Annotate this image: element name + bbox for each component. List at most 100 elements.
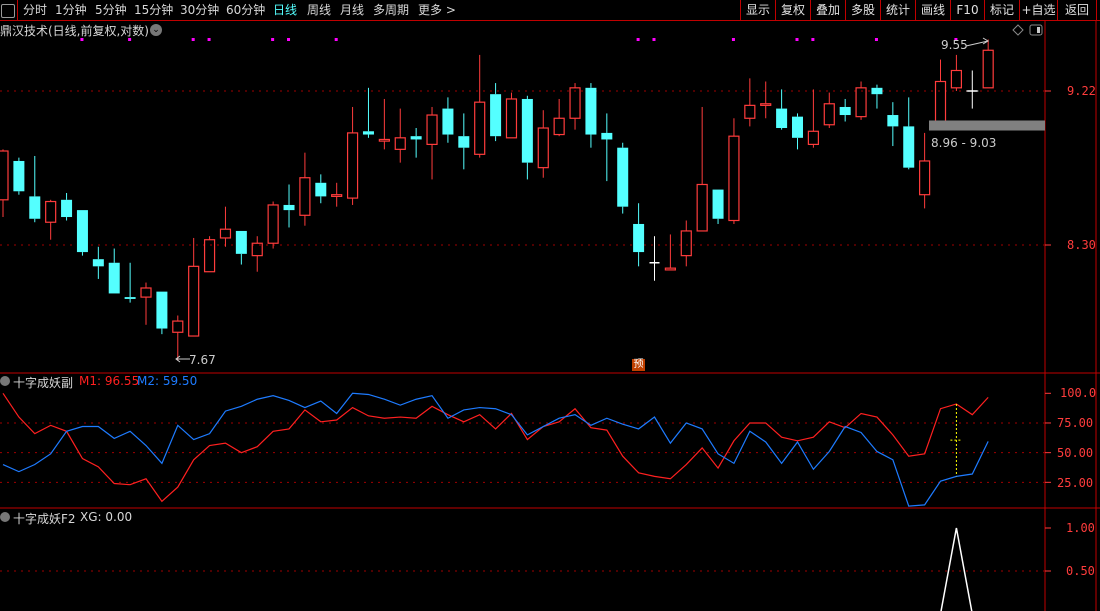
candle (267, 201, 279, 249)
candle-body (299, 177, 311, 216)
indicator1-name: 十字成妖副 (13, 376, 74, 390)
candle (124, 262, 136, 303)
candle-body (124, 297, 136, 299)
candle-body (76, 210, 88, 253)
low-arrow-icon (175, 355, 190, 363)
candle-body (680, 230, 692, 257)
indicator2-dropdown-icon[interactable] (0, 512, 10, 522)
candle (172, 315, 184, 361)
candle (633, 203, 645, 267)
candle (219, 206, 232, 247)
high-price-label: 9.55 (941, 38, 968, 52)
candle-body (807, 130, 819, 145)
indicator2-xg-value: XG: 0.00 (80, 510, 133, 524)
title-dropdown-icon[interactable]: ⌄ (150, 24, 162, 36)
signal-marker (731, 38, 735, 41)
candle (982, 39, 994, 89)
toolbar-divider (17, 0, 18, 20)
forecast-badge[interactable]: 预 (632, 359, 645, 371)
candle-body (140, 287, 152, 298)
candle-body (505, 98, 518, 139)
candle-body (760, 103, 772, 106)
indicator1-axis-label: 75.00 (1057, 416, 1094, 430)
panel-toggle-icon-bar (1037, 27, 1040, 33)
candle (807, 89, 819, 148)
period-tab-60min[interactable]: 60分钟 (226, 0, 265, 20)
candle-body (919, 160, 931, 196)
f10-button[interactable]: F10 (950, 0, 984, 20)
candle-body (553, 117, 565, 136)
overlay-button[interactable]: 叠加 (810, 0, 845, 20)
back-button[interactable]: 返回 (1057, 0, 1097, 20)
period-tab-15min[interactable]: 15分钟 (134, 0, 173, 20)
period-tab-more[interactable]: 更多 > (418, 0, 456, 20)
period-tab-5min[interactable]: 5分钟 (95, 0, 127, 20)
candle-body (982, 49, 994, 89)
candle-body (537, 127, 549, 169)
signal-marker (287, 38, 291, 41)
main-panel-title: 鼎汉技术(日线,前复权,对数) (0, 24, 149, 38)
range-band-label: 8.96 - 9.03 (931, 136, 997, 150)
mark-button[interactable]: 标记 (984, 0, 1019, 20)
indicator1-line-m2 (2, 392, 989, 507)
candle-body (61, 199, 73, 218)
candle (823, 92, 835, 129)
candle-body (585, 87, 597, 135)
indicator1-dropdown-icon[interactable] (0, 376, 10, 386)
panel-toggle-icon[interactable] (1029, 24, 1043, 36)
candle (919, 132, 931, 209)
candle (362, 87, 374, 138)
multi-stock-button[interactable]: 多股 (845, 0, 880, 20)
diamond-icon[interactable] (1012, 24, 1024, 36)
period-tab-fenshi[interactable]: 分时 (23, 0, 47, 20)
sidebar-toggle-icon[interactable] (1, 4, 15, 18)
candle-body (569, 87, 581, 119)
period-tab-weekly[interactable]: 周线 (307, 0, 331, 20)
chart-canvas[interactable] (0, 0, 1100, 611)
add-watchlist-button[interactable]: +自选 (1019, 0, 1057, 20)
candle-body (855, 87, 867, 118)
candle (839, 98, 851, 122)
candle-body (633, 223, 645, 253)
adjust-button[interactable]: 复权 (775, 0, 810, 20)
candle (346, 106, 359, 205)
candle-body (362, 131, 374, 135)
candle (331, 182, 343, 207)
candle-body (442, 108, 454, 135)
candle (410, 128, 422, 158)
period-tab-monthly[interactable]: 月线 (340, 0, 364, 20)
statistics-button[interactable]: 统计 (880, 0, 915, 20)
draw-line-button[interactable]: 画线 (915, 0, 950, 20)
gridlines (0, 90, 1051, 572)
price-axis-label: 8.30 (1067, 238, 1096, 252)
signal-marker (334, 38, 338, 41)
candle (601, 113, 613, 182)
indicator2-line-xg (940, 527, 973, 611)
signal-markers (80, 38, 958, 41)
period-tab-30min[interactable]: 30分钟 (180, 0, 219, 20)
candle-body (45, 200, 57, 223)
candle-body (887, 115, 899, 127)
period-tab-1min[interactable]: 1分钟 (55, 0, 87, 20)
candle-body (776, 108, 788, 129)
signal-marker (652, 38, 656, 41)
candle-body (156, 291, 168, 329)
candle (744, 78, 756, 127)
candle-body (744, 104, 756, 119)
high-arrow-icon (965, 37, 989, 47)
candle (458, 113, 470, 170)
candle-body (712, 189, 724, 219)
candle (235, 230, 247, 265)
signal-marker (795, 38, 799, 41)
period-tab-daily[interactable]: 日线 (273, 0, 297, 20)
indicator2-axis-label: 1.00 (1066, 521, 1095, 535)
candle (776, 89, 788, 130)
candle (903, 97, 915, 170)
display-button[interactable]: 显示 (740, 0, 775, 20)
candle-body (29, 196, 41, 219)
candle-body (378, 138, 390, 142)
candle-body (458, 136, 470, 148)
period-tab-multi[interactable]: 多周期 (373, 0, 409, 20)
candle-body (267, 204, 279, 244)
candle (76, 210, 88, 256)
